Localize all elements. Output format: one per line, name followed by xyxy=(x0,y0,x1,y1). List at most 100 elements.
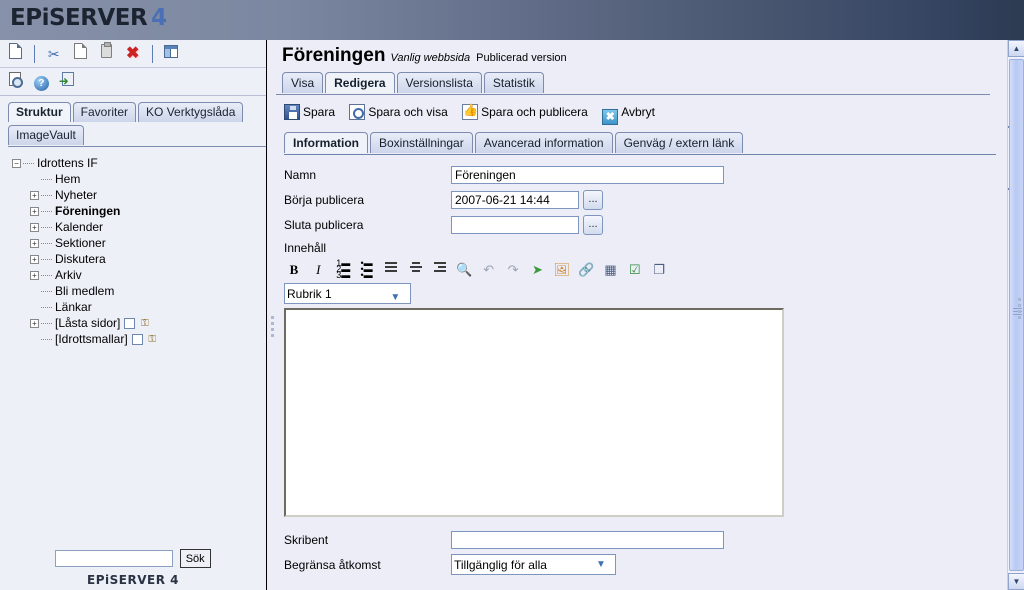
help-icon[interactable]: ? xyxy=(30,71,52,93)
subtab-avancerad-information[interactable]: Avancerad information xyxy=(474,132,613,153)
tab-statistik[interactable]: Statistik xyxy=(483,72,544,93)
app-header: EPiSERVER 4 xyxy=(0,0,1024,40)
borja-publicera-input[interactable] xyxy=(451,190,579,209)
insert-form-icon[interactable]: ☑ xyxy=(625,260,645,279)
field-row-borja-publicera: Börja publicera ... xyxy=(284,187,996,212)
bullet-list-icon[interactable]: •▬ •▬ •▬ xyxy=(357,259,377,280)
subtab-boxinstallningar[interactable]: Boxinställningar xyxy=(370,132,473,153)
insert-page-link-icon[interactable]: ➤ xyxy=(527,260,547,279)
sidebar-search: Sök xyxy=(0,549,266,568)
sidebar-tab-imagevault[interactable]: ImageVault xyxy=(8,125,84,145)
tree-node[interactable]: Bli medlem xyxy=(12,283,266,299)
tree-node-label[interactable]: Sektioner xyxy=(55,235,106,251)
begransa-atkomst-select[interactable] xyxy=(451,554,616,575)
sidebar-tab-favoriter[interactable]: Favoriter xyxy=(72,102,137,122)
tree-connector xyxy=(41,274,52,276)
left-toolbar-row-1: ✂ ✖ xyxy=(0,40,266,68)
new-page-icon[interactable] xyxy=(4,43,26,65)
tab-versionslista[interactable]: Versionslista xyxy=(396,72,482,93)
tree-node-label[interactable]: [Idrottsmallar] xyxy=(55,331,128,347)
tree-node[interactable]: + Sektioner xyxy=(12,235,266,251)
tree-node[interactable]: Länkar xyxy=(12,299,266,315)
tree-expand-icon[interactable]: + xyxy=(30,254,39,264)
left-panel: ✂ ✖ ? StrukturFavoriterKO Verktygslåda I… xyxy=(0,40,267,590)
redo-icon[interactable]: ↷ xyxy=(503,260,523,279)
cancel-button[interactable]: ✖ Avbryt xyxy=(602,105,655,125)
align-left-icon[interactable] xyxy=(381,260,401,279)
tab-visa[interactable]: Visa xyxy=(282,72,324,93)
skribent-input[interactable] xyxy=(451,530,724,549)
align-right-icon[interactable] xyxy=(430,260,450,279)
numbered-list-icon[interactable]: 1▬ 2▬ 3▬ xyxy=(333,259,353,280)
undo-icon[interactable]: ↶ xyxy=(479,260,499,279)
tree-expand-icon[interactable]: + xyxy=(30,190,39,200)
tree-node[interactable]: + Diskutera xyxy=(12,251,266,267)
tree-node-label[interactable]: Nyheter xyxy=(55,187,97,203)
tree-node[interactable]: + Föreningen xyxy=(12,203,266,219)
tree-expand-icon[interactable]: + xyxy=(30,318,39,328)
tree-node-label[interactable]: Länkar xyxy=(55,299,92,315)
sluta-publicera-input[interactable] xyxy=(451,215,579,234)
tree-expand-icon[interactable]: + xyxy=(30,238,39,248)
tree-node[interactable]: + [Låsta sidor] ⚿ xyxy=(12,315,266,331)
namn-input[interactable] xyxy=(451,165,724,184)
sidebar-tab-struktur[interactable]: Struktur xyxy=(8,102,71,122)
tree-node-label[interactable]: Kalender xyxy=(55,219,103,235)
tree-node[interactable]: + Kalender xyxy=(12,219,266,235)
copy-icon[interactable] xyxy=(69,43,91,65)
align-center-icon[interactable] xyxy=(406,260,426,279)
bold-icon[interactable]: B xyxy=(284,260,304,279)
logout-icon[interactable] xyxy=(57,70,79,93)
scroll-down-button[interactable]: ▼ xyxy=(1008,573,1024,590)
paste-icon[interactable] xyxy=(95,42,117,65)
tree-connector xyxy=(41,194,52,196)
tree-expand-icon[interactable]: + xyxy=(30,206,39,216)
save-button[interactable]: Spara xyxy=(284,104,335,120)
tree-node-label[interactable]: Hem xyxy=(55,171,80,187)
tree-node[interactable]: + Arkiv xyxy=(12,267,266,283)
logo-version: 4 xyxy=(151,5,167,31)
tree-node-label[interactable]: Diskutera xyxy=(55,251,106,267)
content-editor-body[interactable] xyxy=(284,308,784,517)
insert-window-icon[interactable]: ❐ xyxy=(649,260,669,279)
cancel-button-label: Avbryt xyxy=(621,105,655,119)
preview-icon[interactable] xyxy=(4,71,26,93)
splitter-grip-icon[interactable] xyxy=(271,316,274,338)
italic-icon[interactable]: I xyxy=(308,260,328,279)
scroll-up-button[interactable]: ▲ xyxy=(1008,40,1024,57)
tree-node-label[interactable]: [Låsta sidor] xyxy=(55,315,120,331)
save-and-publish-button[interactable]: Spara och publicera xyxy=(462,103,588,120)
tree-node-label[interactable]: Arkiv xyxy=(55,267,82,283)
tree-expand-icon[interactable]: + xyxy=(30,222,39,232)
tree-expand-icon[interactable]: + xyxy=(30,270,39,280)
tree-node[interactable]: − Idrottens IF xyxy=(12,155,266,171)
insert-table-icon[interactable]: ▦ xyxy=(600,260,620,279)
search-input[interactable] xyxy=(55,550,174,567)
sluta-publicera-picker-button[interactable]: ... xyxy=(583,214,603,235)
save-and-view-button[interactable]: Spara och visa xyxy=(349,104,448,120)
tree-node[interactable]: + Nyheter xyxy=(12,187,266,203)
toggle-panel-icon[interactable] xyxy=(160,43,182,65)
delete-icon[interactable]: ✖ xyxy=(122,43,144,65)
insert-image-icon[interactable]: 🖼 xyxy=(552,260,572,279)
cut-icon[interactable]: ✂ xyxy=(43,43,65,65)
paragraph-style-select[interactable] xyxy=(284,283,411,304)
tree-connector xyxy=(41,242,52,244)
tree-node[interactable]: Hem xyxy=(12,171,266,187)
main-vertical-scrollbar[interactable]: ▲ ▼ xyxy=(1007,40,1024,590)
tree-node[interactable]: [Idrottsmallar] ⚿ xyxy=(12,331,266,347)
tree-collapse-icon[interactable]: − xyxy=(12,158,21,168)
search-button[interactable]: Sök xyxy=(179,549,211,568)
tree-node-label[interactable]: Föreningen xyxy=(55,203,120,219)
find-icon[interactable]: 🔍 xyxy=(454,260,474,279)
tree-node-label[interactable]: Idrottens IF xyxy=(37,155,98,171)
tree-node-label[interactable]: Bli medlem xyxy=(55,283,114,299)
sidebar-tab-ko-verktygslada[interactable]: KO Verktygslåda xyxy=(138,102,244,122)
sidebar-footer-brand: EPiSERVER 4 xyxy=(87,573,179,587)
subtab-genvag-extern-lank[interactable]: Genväg / extern länk xyxy=(614,132,744,153)
borja-publicera-picker-button[interactable]: ... xyxy=(583,189,603,210)
panel-splitter[interactable] xyxy=(268,40,276,590)
subtab-information[interactable]: Information xyxy=(284,132,368,153)
insert-link-icon[interactable]: 🔗 xyxy=(576,260,596,279)
tab-redigera[interactable]: Redigera xyxy=(325,72,395,93)
